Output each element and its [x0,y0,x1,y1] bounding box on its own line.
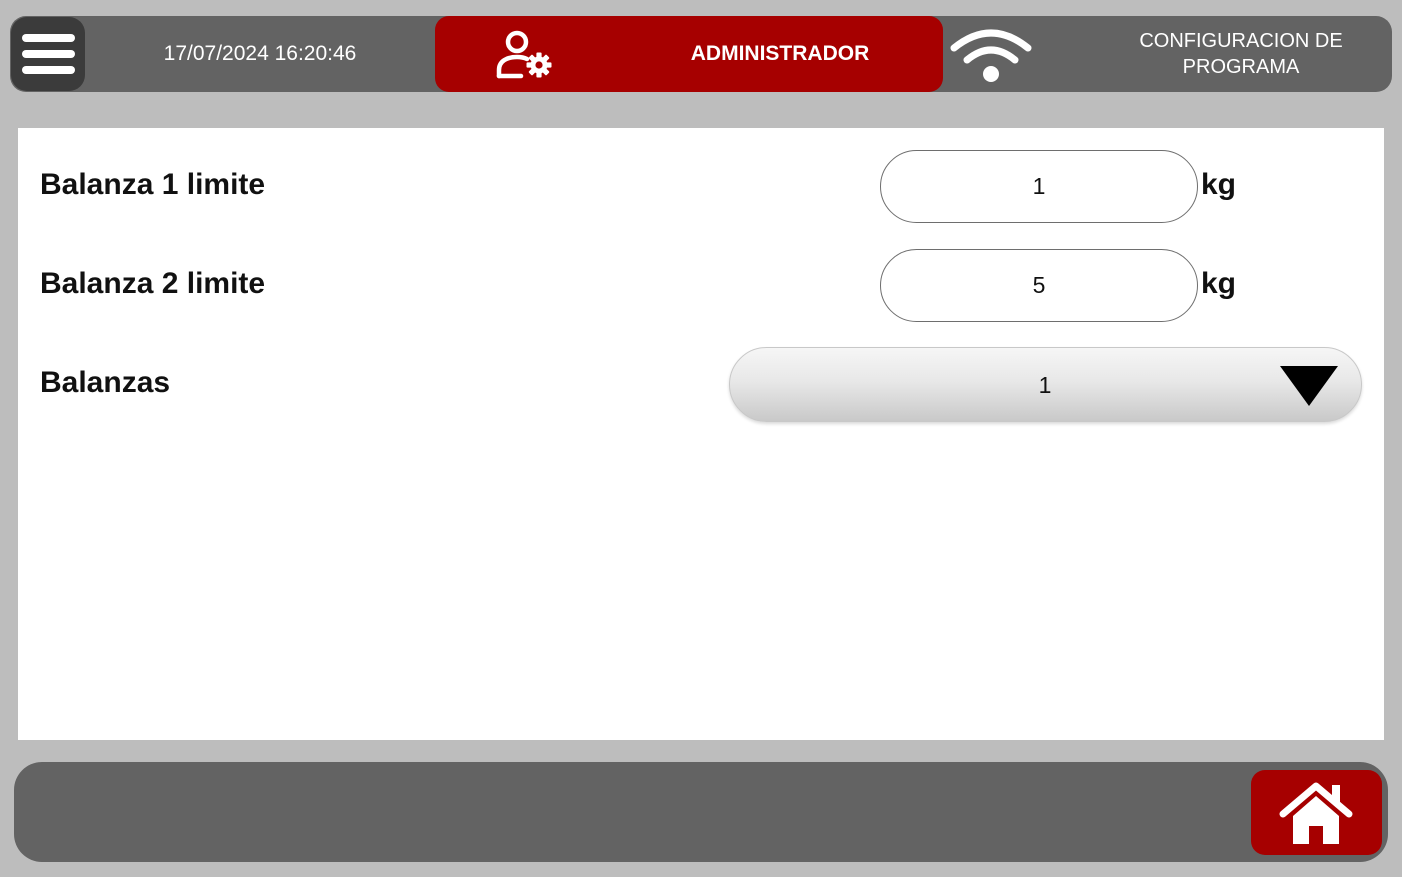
chevron-down-icon [1280,366,1338,406]
home-button[interactable] [1251,770,1382,855]
scale2-limit-label: Balanza 2 limite [40,267,266,300]
settings-panel: Balanza 1 limite kg Balanza 2 limite kg … [18,128,1384,740]
scale2-unit-label: kg [1201,267,1237,300]
scale1-unit-label: kg [1201,168,1237,201]
scales-dropdown[interactable]: 1 [729,347,1362,422]
user-panel[interactable]: ADMINISTRADOR [435,16,943,92]
scale1-limit-input[interactable] [880,150,1198,223]
bottom-bar [14,762,1388,862]
home-icon [1279,782,1353,844]
scale1-limit-label: Balanza 1 limite [40,168,266,201]
wifi-icon[interactable] [948,26,1034,84]
screen-title: CONFIGURACION DE PROGRAMA [1100,28,1382,80]
screen-title-line1: CONFIGURACION DE [1139,30,1343,52]
screen-title-line2: PROGRAMA [1182,56,1300,78]
scale2-limit-input[interactable] [880,249,1198,322]
scales-selected-value: 1 [1038,372,1052,398]
top-bar: 17/07/2024 16:20:46 ADMINISTRADOR CONFIG… [10,16,1392,92]
menu-button[interactable] [11,17,85,91]
scales-label: Balanzas [40,366,171,399]
datetime-display: 17/07/2024 16:20:46 [163,42,357,65]
user-role-label: ADMINISTRADOR [690,42,870,65]
user-settings-icon [496,30,552,79]
